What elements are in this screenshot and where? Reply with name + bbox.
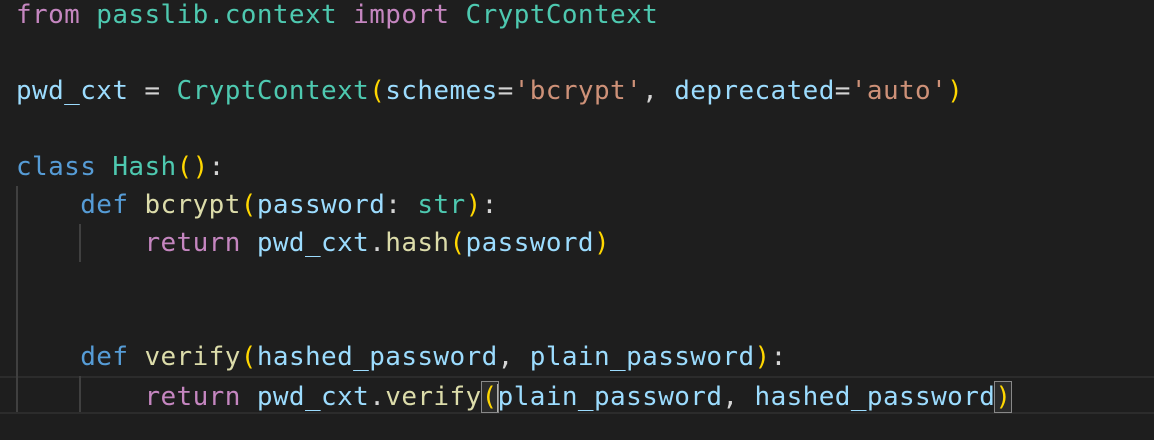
code-line-text: pwd_cxt = CryptContext(schemes='bcrypt',… [16,72,963,110]
indent-guide [79,376,81,412]
code-token: return [144,382,241,412]
code-token: hashed_password [754,382,996,412]
code-token: , [642,76,675,106]
code-token: : [770,342,787,372]
code-line-text: class Hash(): [16,148,225,186]
code-token: 'bcrypt' [513,76,643,106]
code-token: : [385,190,418,220]
code-token: pwd_cxt [16,76,129,106]
code-token: = [497,76,514,106]
code-token: : [208,152,225,182]
code-token: pwd_cxt [256,382,370,412]
code-token: return [144,228,241,258]
code-token: str [417,190,466,220]
code-line[interactable] [0,110,1154,148]
code-token: bcrypt [144,190,241,220]
code-line-text: return pwd_cxt.hash(password) [16,224,610,262]
code-line-text: def verify(hashed_password, plain_passwo… [16,338,787,376]
code-token: plain_password [497,382,723,412]
code-token: from [16,0,81,30]
code-token: hash [385,228,450,258]
code-token: : [481,190,498,220]
indent-guide [16,186,18,412]
matched-bracket: ( [480,381,499,413]
code-token: = [834,76,851,106]
code-token: schemes [385,76,498,106]
code-token: . [369,228,386,258]
indent-guide [79,224,81,262]
code-line[interactable]: def bcrypt(password: str): [0,186,1154,224]
code-line[interactable]: def verify(hashed_password, plain_passwo… [0,338,1154,376]
code-token: ( [240,190,257,220]
code-token: , [722,382,755,412]
code-line[interactable]: return pwd_cxt.hash(password) [0,224,1154,262]
code-token: verify [144,342,241,372]
code-token: CryptContext [465,0,659,30]
code-line-text: def bcrypt(password: str): [16,186,498,224]
code-token: pwd_cxt [256,228,370,258]
code-token: ( [449,228,466,258]
code-line[interactable]: return pwd_cxt.verify(plain_password, ha… [0,376,1154,414]
code-token: def [80,342,129,372]
code-token: () [176,152,209,182]
code-line[interactable]: class Hash(): [0,148,1154,186]
code-token: 'auto' [850,76,948,106]
code-token: . [369,382,386,412]
code-token: ) [593,228,611,258]
code-token: ) [754,342,771,372]
code-token: hashed_password [256,342,498,372]
code-token: ) [947,76,964,106]
code-token: ( [369,76,386,106]
code-line[interactable] [0,300,1154,338]
code-line-text: from passlib.context import CryptContext [16,0,658,34]
code-token: class [16,152,97,182]
code-token: CryptContext [176,76,370,106]
matched-bracket: ) [994,381,1013,413]
code-token: , [497,342,530,372]
code-token: import [353,0,450,30]
code-token: ) [465,190,482,220]
code-editor[interactable]: from passlib.context import CryptContext… [0,0,1154,440]
code-line[interactable]: pwd_cxt = CryptContext(schemes='bcrypt',… [0,72,1154,110]
code-token: ( [240,342,257,372]
code-token: passlib.context [96,0,338,30]
code-token: deprecated [674,76,835,106]
code-token: plain_password [529,342,755,372]
code-line[interactable]: from passlib.context import CryptContext [0,0,1154,34]
code-token: Hash [112,152,177,182]
code-line[interactable] [0,262,1154,300]
code-token: def [80,190,129,220]
code-token: password [256,190,386,220]
code-token: = [128,76,177,106]
code-line-text: return pwd_cxt.verify(plain_password, ha… [16,378,1013,416]
code-line[interactable] [0,34,1154,72]
code-token: verify [385,382,482,412]
code-token: password [465,228,594,258]
